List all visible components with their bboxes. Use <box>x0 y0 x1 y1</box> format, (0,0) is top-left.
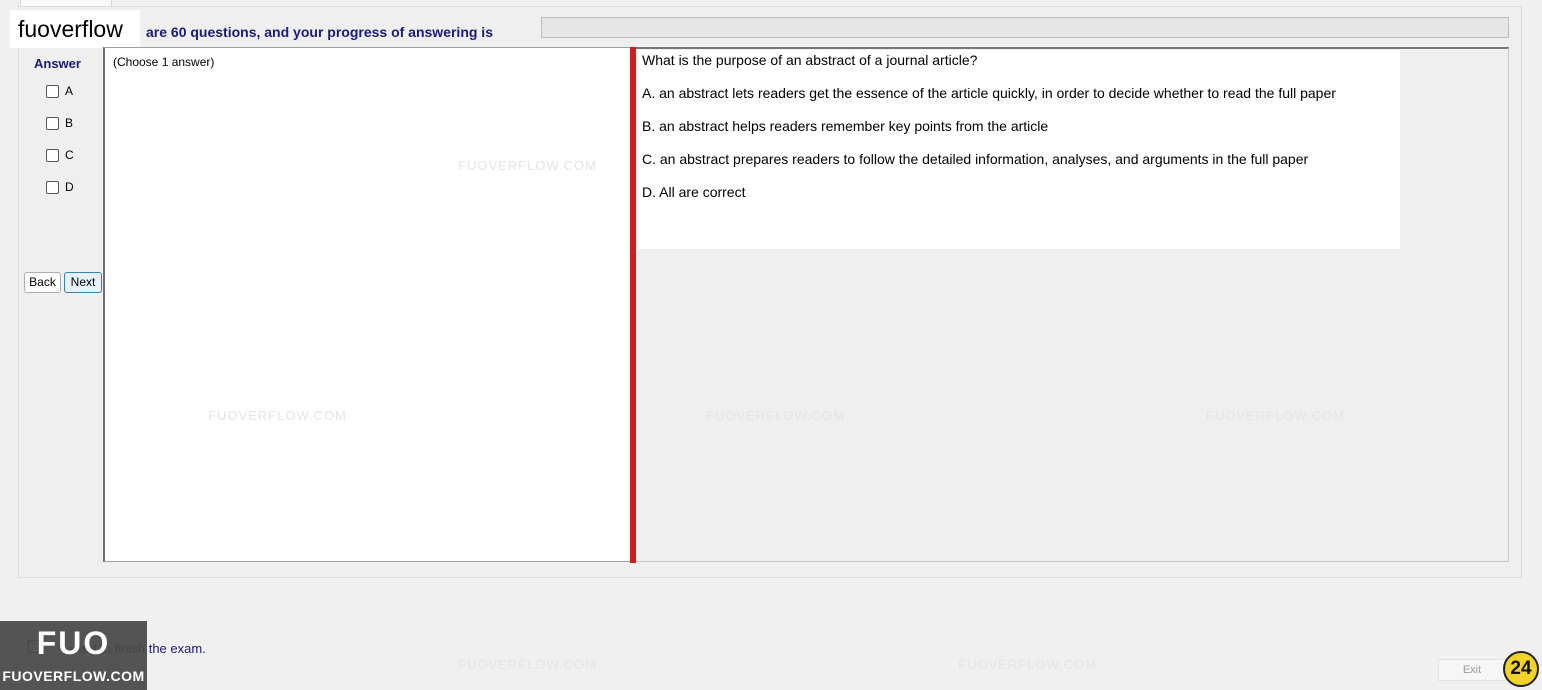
answer-option-d[interactable]: D <box>46 180 74 194</box>
choice-b-text: B. an abstract helps readers remember ke… <box>642 118 1049 134</box>
progress-bar <box>541 17 1509 38</box>
watermark: FUOVERFLOW.COM <box>706 408 845 423</box>
brand-label: fuoverflow <box>10 10 140 48</box>
progress-caption: are 60 questions, and your progress of a… <box>146 24 493 40</box>
answer-option-b[interactable]: B <box>46 116 73 130</box>
option-label-b: B <box>65 116 74 130</box>
next-button[interactable]: Next <box>64 272 102 293</box>
option-label-a: A <box>65 84 74 98</box>
checkbox-c[interactable] <box>46 148 59 162</box>
choose-hint: (Choose 1 answer) <box>113 55 215 69</box>
logo-small-text: FUOVERFLOW.COM <box>2 668 145 684</box>
choice-d-text: D. All are correct <box>642 184 746 200</box>
checkbox-d[interactable] <box>46 180 59 194</box>
watermark: FUOVERFLOW.COM <box>458 158 597 173</box>
watermark: FUOVERFLOW.COM <box>1206 408 1345 423</box>
fuo-logo: FUO FUOVERFLOW.COM <box>0 621 147 690</box>
choice-c-text: C. an abstract prepares readers to follo… <box>642 151 1309 167</box>
option-label-d: D <box>65 180 74 194</box>
question-text: What is the purpose of an abstract of a … <box>642 52 978 68</box>
back-button[interactable]: Back <box>24 272 61 293</box>
answer-heading: Answer <box>34 56 81 71</box>
logo-big-text: FUO <box>36 625 111 661</box>
answer-option-c[interactable]: C <box>46 148 74 162</box>
answer-option-a[interactable]: A <box>46 84 73 98</box>
watermark: FUOVERFLOW.COM <box>958 657 1097 672</box>
page-number-badge: 24 <box>1503 651 1539 687</box>
question-box: What is the purpose of an abstract of a … <box>638 50 1400 249</box>
watermark: FUOVERFLOW.COM <box>208 408 347 423</box>
answer-panel: (Choose 1 answer) <box>103 47 631 562</box>
exit-button[interactable]: Exit <box>1438 659 1506 681</box>
checkbox-b[interactable] <box>46 116 59 130</box>
option-label-c: C <box>65 148 74 162</box>
checkbox-a[interactable] <box>46 84 59 98</box>
watermark: FUOVERFLOW.COM <box>458 657 597 672</box>
choice-a-text: A. an abstract lets readers get the esse… <box>642 85 1336 101</box>
